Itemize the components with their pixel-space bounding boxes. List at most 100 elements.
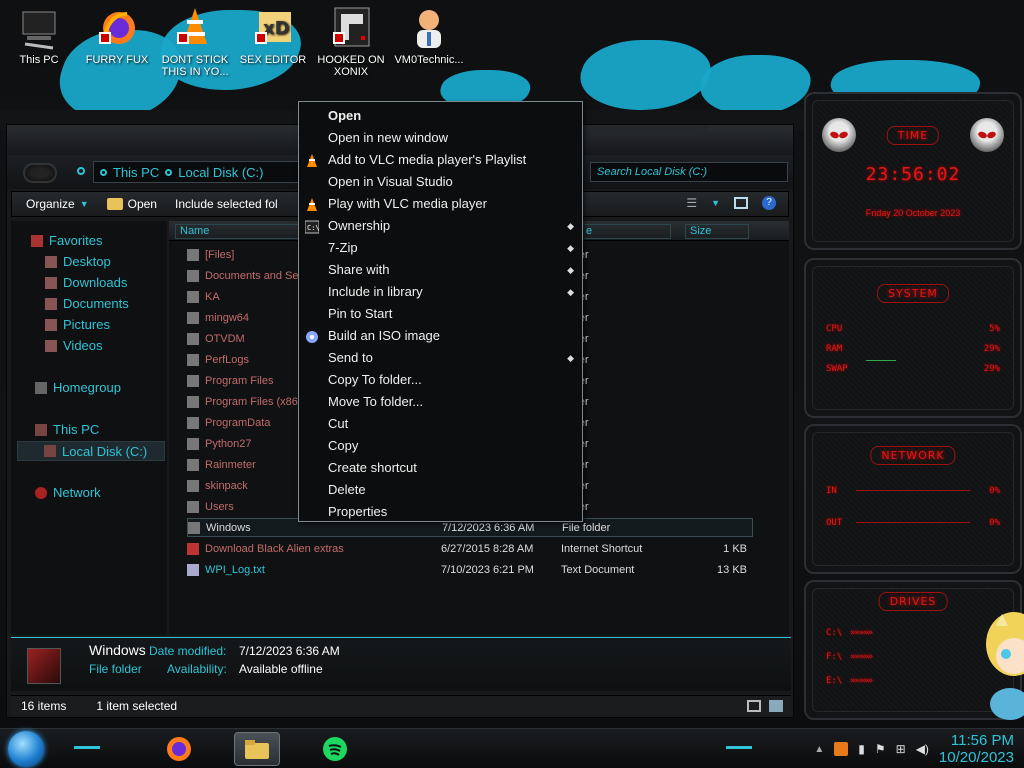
details-view-icon[interactable] — [747, 699, 761, 712]
column-header-name[interactable]: Name — [175, 224, 305, 239]
organize-button[interactable]: Organize ▼ — [26, 197, 89, 211]
widget-clock: 23:56:02 — [865, 164, 961, 185]
breadcrumb-local-disk[interactable]: Local Disk (C:) — [178, 165, 263, 180]
vlc-cone-icon — [175, 6, 215, 50]
selection-count: 1 item selected — [96, 698, 178, 713]
breadcrumb-this-pc[interactable]: This PC — [113, 165, 159, 180]
nav-homegroup[interactable]: Homegroup — [35, 380, 121, 395]
nav-documents[interactable]: Documents — [45, 296, 129, 311]
table-row[interactable]: WPI_Log.txt 7/10/2023 6:21 PM Text Documen… — [187, 560, 753, 579]
desktop-icon-label: This PC — [19, 54, 59, 66]
menu-item-open-in-visual-studio[interactable]: Open in Visual Studio — [299, 171, 582, 193]
xd-editor-icon: xD — [253, 6, 293, 50]
chevron-down-icon[interactable]: ▼ — [711, 198, 720, 208]
tiles-view-icon[interactable] — [769, 699, 783, 712]
details-pane: Windows Date modified: 7/12/2023 6:36 AM… — [11, 637, 791, 691]
back-forward-orb[interactable] — [23, 163, 57, 183]
menu-item-ownership[interactable]: C:\ Ownership ◆ — [299, 215, 582, 237]
nav-pictures[interactable]: Pictures — [45, 317, 110, 332]
search-input[interactable]: Search Local Disk (C:) — [590, 162, 788, 182]
battery-icon[interactable]: ▮ — [858, 742, 865, 756]
tray-clock[interactable]: 11:56 PM 10/20/2023 — [939, 732, 1014, 766]
swap-row: SWAP 29% — [826, 364, 1000, 374]
menu-item-7-zip[interactable]: 7-Zip ◆ — [299, 237, 582, 259]
drive-icon — [44, 445, 56, 457]
nav-label: Homegroup — [53, 380, 121, 395]
menu-item-open-in-new-window[interactable]: Open in new window — [299, 127, 582, 149]
file-type: Internet Shortcut — [561, 542, 643, 555]
menu-item-pin-to-start[interactable]: Pin to Start — [299, 303, 582, 325]
desktop-icon-vm0technic[interactable]: VM0Technic... — [390, 6, 468, 66]
taskbar-firefox[interactable] — [156, 732, 202, 766]
taskbar-spotify[interactable] — [312, 732, 358, 766]
folder-icon — [187, 311, 199, 324]
firefox-icon — [97, 6, 137, 50]
menu-item-move-to-folder[interactable]: Move To folder... — [299, 391, 582, 413]
start-button[interactable] — [8, 731, 44, 767]
desktop-icon-label: HOOKED ON XONIX — [317, 54, 385, 78]
include-in-library-button[interactable]: Include selected fol — [175, 197, 278, 211]
firefox-icon — [167, 737, 191, 761]
table-row[interactable]: Download Black Alien extras 6/27/2015 8:2… — [187, 539, 753, 558]
flag-icon[interactable]: ⚑ — [875, 742, 886, 756]
desktop-icon-sex-editor[interactable]: xD SEX EDITOR — [234, 6, 312, 66]
app-tray-icon[interactable] — [834, 742, 849, 756]
taskbar-file-explorer[interactable] — [234, 732, 280, 766]
file-name: WPI_Log.txt — [205, 563, 265, 576]
menu-item-include-in-library[interactable]: Include in library ◆ — [299, 281, 582, 303]
menu-item-copy[interactable]: Copy — [299, 435, 582, 457]
help-icon[interactable]: ? — [762, 196, 776, 210]
desktop-icon-hooked-on-xonix[interactable]: HOOKED ON XONIX — [312, 6, 390, 78]
column-header-type[interactable]: e — [581, 224, 671, 239]
system-tray: ▲ ▮ ⚑ ⊞ ◀) 11:56 PM 10/20/2023 — [814, 729, 1014, 768]
menu-item-cut[interactable]: Cut — [299, 413, 582, 435]
nav-desktop[interactable]: Desktop — [45, 254, 111, 269]
details-type: File folder — [89, 662, 142, 676]
menu-item-share-with[interactable]: Share with ◆ — [299, 259, 582, 281]
menu-item-label: Move To folder... — [328, 394, 424, 409]
network-tray-icon[interactable]: ⊞ — [896, 742, 906, 756]
menu-item-delete[interactable]: Delete — [299, 479, 582, 501]
menu-item-copy-to-folder[interactable]: Copy To folder... — [299, 369, 582, 391]
desktop-icon-this-pc[interactable]: This PC — [0, 6, 78, 66]
menu-item-label: Copy To folder... — [328, 372, 422, 387]
column-header-size[interactable]: Size — [685, 224, 749, 239]
svg-text:C:\: C:\ — [307, 224, 319, 232]
menu-item-properties[interactable]: Properties — [299, 501, 582, 523]
nav-local-disk[interactable]: Local Disk (C:) — [17, 441, 165, 461]
net-graph-line — [856, 522, 970, 523]
menu-item-play-with-vlc-media-player[interactable]: Play with VLC media player — [299, 193, 582, 215]
menu-item-send-to[interactable]: Send to ◆ — [299, 347, 582, 369]
desktop-icon-furry-fux[interactable]: FURRY FUX — [78, 6, 156, 66]
desktop-icon-vlc[interactable]: DONT STICK THIS IN YO... — [156, 6, 234, 78]
file-explorer-icon — [245, 740, 269, 759]
show-hidden-icons-icon[interactable]: ▲ — [814, 744, 824, 755]
ram-row: RAM 29% — [826, 344, 1000, 354]
nav-videos[interactable]: Videos — [45, 338, 103, 353]
folder-icon — [187, 353, 199, 366]
menu-item-build-an-iso-image[interactable]: Build an ISO image — [299, 325, 582, 347]
nav-favorites[interactable]: Favorites — [31, 233, 102, 248]
computer-icon — [19, 6, 59, 50]
open-button[interactable]: Open — [106, 197, 157, 211]
menu-item-create-shortcut[interactable]: Create shortcut — [299, 457, 582, 479]
volume-icon[interactable]: ◀) — [916, 742, 929, 756]
menu-item-add-to-vlc-media-player-s-playlist[interactable]: Add to VLC media player's Playlist — [299, 149, 582, 171]
preview-pane-icon[interactable] — [734, 197, 748, 209]
alien-head-icon — [822, 118, 856, 152]
details-name: Windows — [89, 642, 146, 658]
submenu-arrow-icon: ◆ — [567, 221, 574, 231]
menu-item-label: Copy — [328, 438, 359, 453]
menu-item-label: Add to VLC media player's Playlist — [328, 152, 527, 167]
view-options-icon[interactable]: ☰ — [686, 196, 697, 210]
cpu-graph-line — [866, 360, 896, 361]
folder-icon — [187, 374, 199, 387]
nav-network[interactable]: Network — [35, 485, 101, 500]
menu-item-open[interactable]: Open — [299, 105, 582, 127]
desktop-icon-label: FURRY FUX — [85, 54, 149, 66]
nav-this-pc[interactable]: This PC — [35, 422, 99, 437]
menu-item-label: Build an ISO image — [328, 328, 441, 343]
net-out-value: 0% — [989, 518, 1000, 528]
nav-downloads[interactable]: Downloads — [45, 275, 127, 290]
recent-locations-button[interactable] — [77, 167, 85, 175]
